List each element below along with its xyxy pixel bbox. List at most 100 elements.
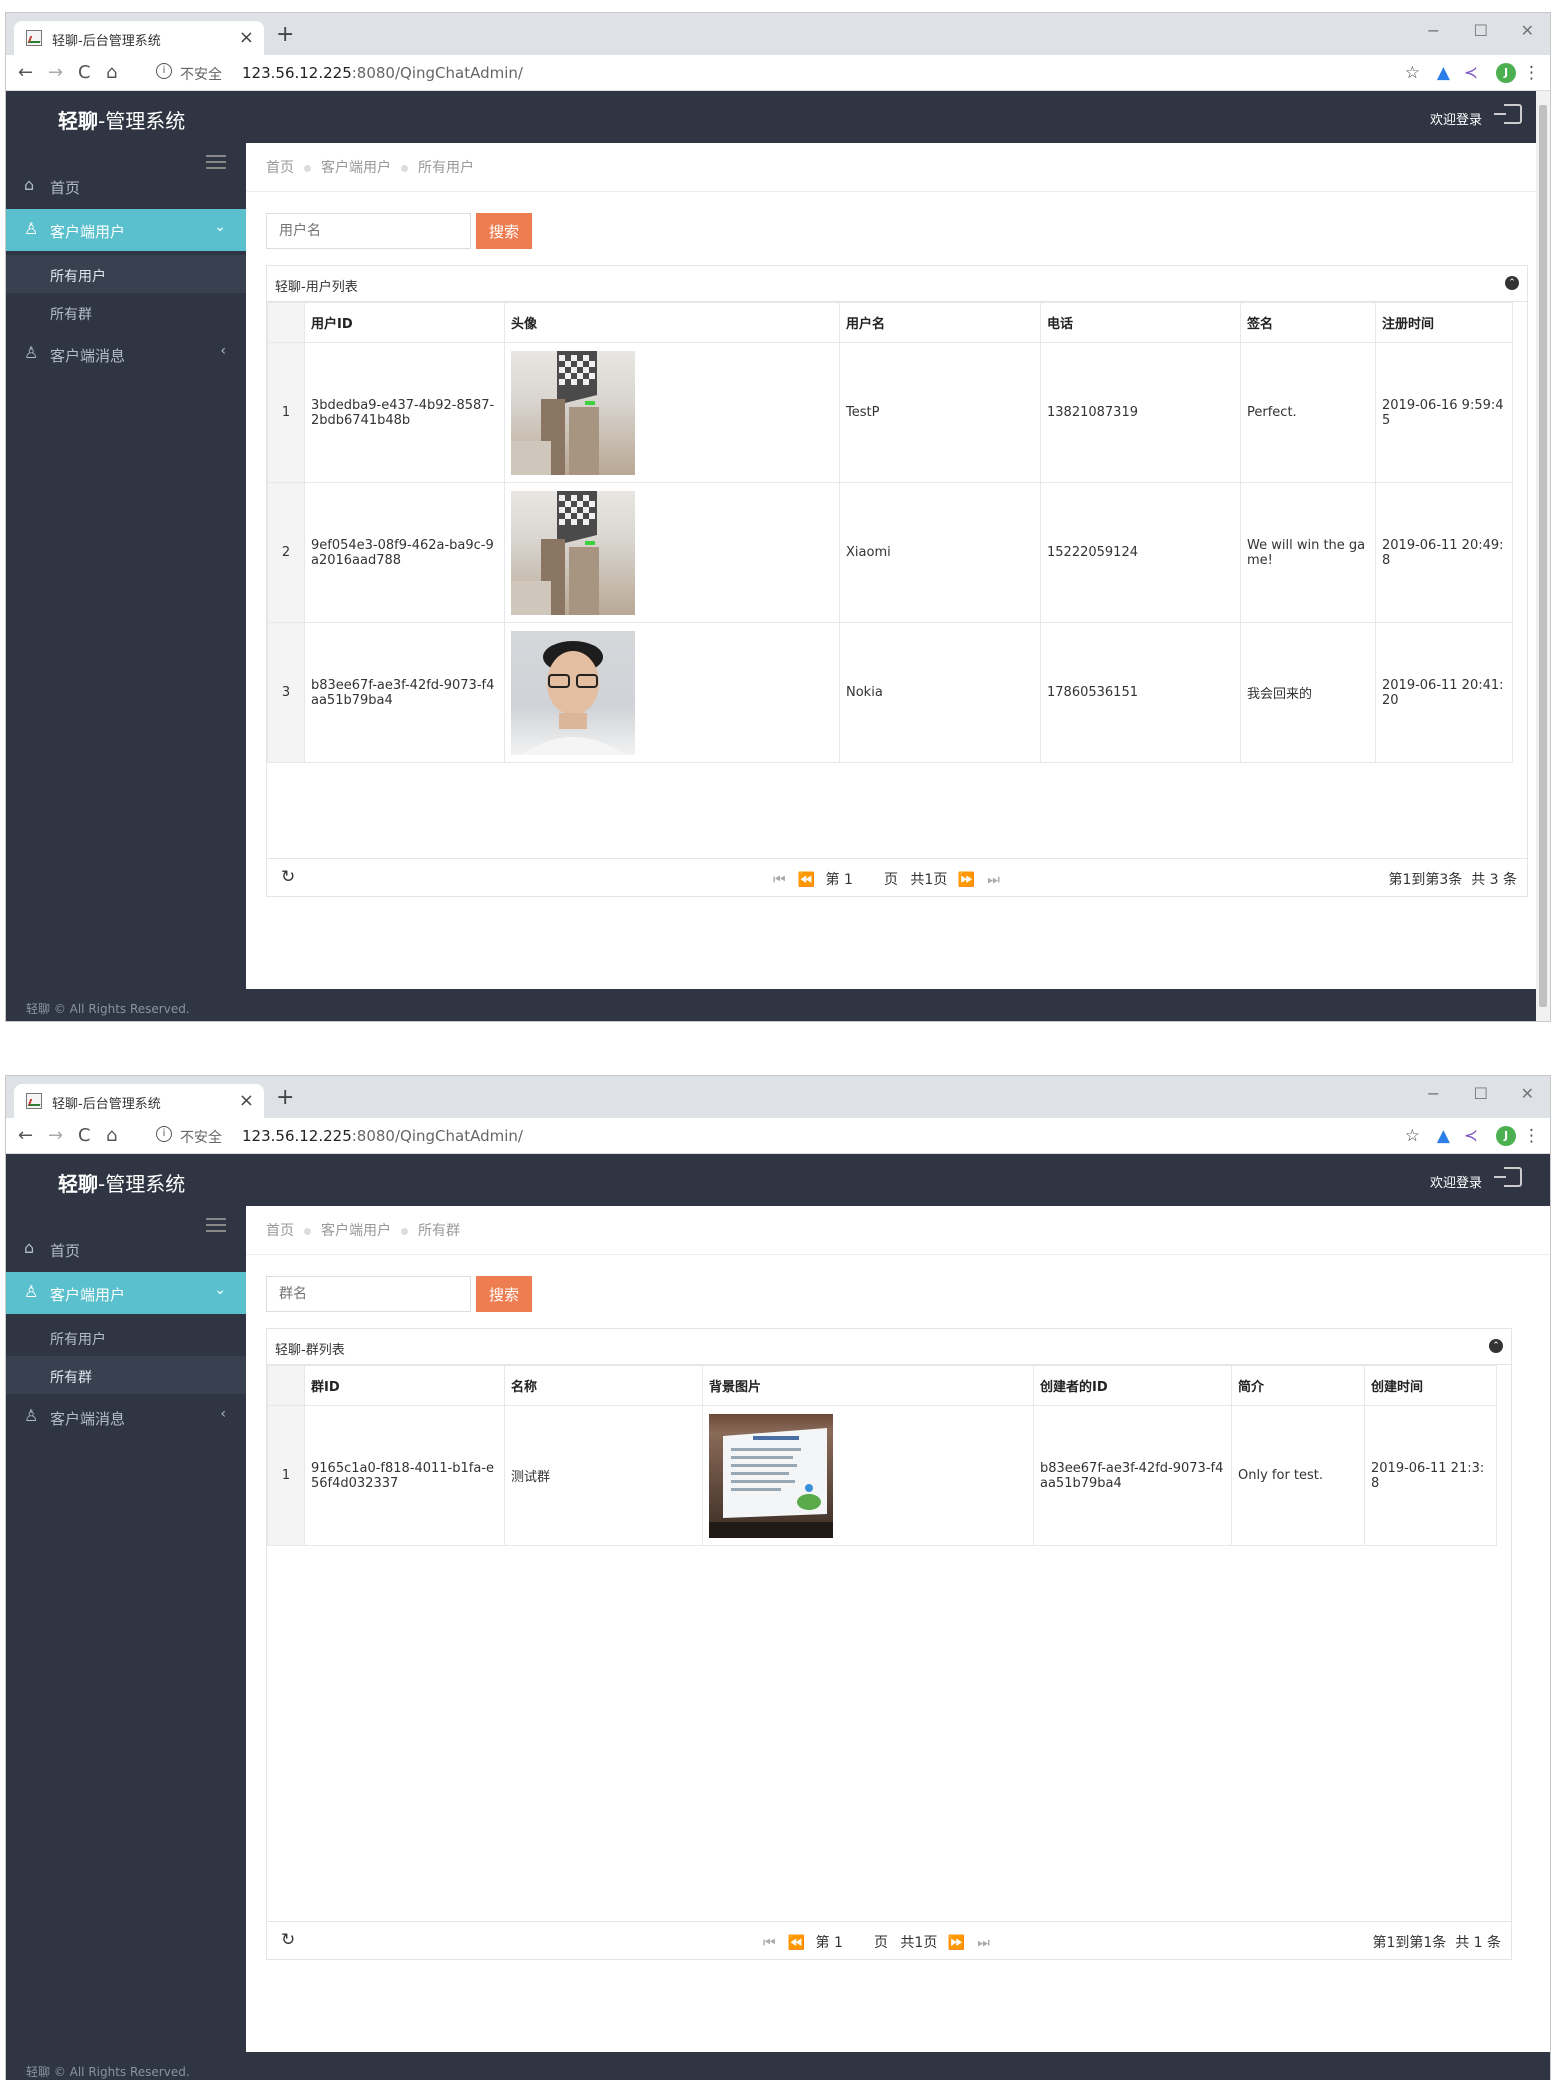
logout-icon[interactable] [1494, 104, 1522, 124]
panel-title: 轻聊-群列表 [275, 1343, 345, 1358]
column-header[interactable]: 群ID [304, 1365, 505, 1406]
info-icon[interactable]: i [156, 1126, 172, 1142]
extension-icon[interactable]: ≺ [1464, 63, 1478, 83]
search-button[interactable]: 搜索 [476, 1276, 532, 1312]
collapse-icon[interactable]: ⌃ [1505, 276, 1519, 290]
reload-icon[interactable]: C [78, 1125, 91, 1146]
column-header[interactable]: 电话 [1040, 302, 1241, 343]
minimize-icon[interactable]: − [1427, 1084, 1440, 1103]
breadcrumb-separator [401, 1227, 408, 1235]
browser-menu-icon[interactable]: ⋮ [1523, 63, 1540, 83]
page-prefix: 第 [815, 1935, 830, 1951]
scrollbar-thumb[interactable] [1539, 105, 1547, 1007]
sidebar-item-client-messages[interactable]: ♙ 客户端消息 ‹ [6, 1396, 246, 1436]
refresh-icon[interactable]: ↻ [281, 1930, 295, 1950]
group-name-search-input[interactable] [266, 1276, 471, 1312]
username-search-input[interactable] [266, 213, 471, 249]
sidebar: ⌂ 首页 ♙ 客户端用户 ⌄ 所有用户 所有群 ♙ 客户端消息 ‹ 轻聊 © A… [6, 143, 246, 1021]
bookmark-star-icon[interactable]: ☆ [1405, 63, 1420, 83]
table-row[interactable]: 1 3bdedba9-e437-4b92-8587-2bdb6741b48b T… [267, 342, 1513, 483]
column-header[interactable]: 头像 [504, 302, 840, 343]
url-field[interactable]: 123.56.12.225:8080/QingChatAdmin/ [242, 64, 523, 82]
sidebar-item-all-groups[interactable]: 所有群 [6, 293, 246, 331]
table-row[interactable]: 2 9ef054e3-08f9-462a-ba9c-9a2016aad788 X… [267, 482, 1513, 623]
minimize-icon[interactable]: − [1427, 21, 1440, 40]
bookmark-star-icon[interactable]: ☆ [1405, 1126, 1420, 1146]
browser-tab[interactable]: 轻聊-后台管理系统 × [14, 1084, 264, 1118]
home-icon[interactable]: ⌂ [106, 62, 117, 83]
page-scrollbar[interactable] [1536, 91, 1550, 1021]
first-page-icon[interactable]: ⏮ [773, 872, 786, 888]
breadcrumb-home[interactable]: 首页 [266, 1223, 294, 1239]
window-close-icon[interactable]: ✕ [1521, 1084, 1534, 1103]
forward-icon[interactable]: → [48, 62, 63, 83]
maximize-icon[interactable]: ☐ [1474, 1084, 1488, 1103]
page-number-input[interactable]: 1 [834, 1935, 874, 1951]
sidebar-item-home[interactable]: ⌂ 首页 [6, 1228, 246, 1268]
extension-icon[interactable]: ≺ [1464, 1126, 1478, 1146]
logout-icon[interactable] [1494, 1167, 1522, 1187]
browser-menu-icon[interactable]: ⋮ [1523, 1126, 1540, 1146]
column-header[interactable]: 签名 [1240, 302, 1376, 343]
next-page-icon[interactable]: ⏩ [948, 1935, 965, 1951]
home-icon[interactable]: ⌂ [106, 1125, 117, 1146]
sidebar-item-label: 所有用户 [50, 269, 106, 285]
breadcrumb-client-users[interactable]: 客户端用户 [321, 160, 391, 176]
profile-avatar[interactable]: J [1496, 1126, 1516, 1146]
new-tab-button[interactable]: + [276, 22, 294, 47]
table-row[interactable]: 3 b83ee67f-ae3f-42fd-9073-f4aa51b79ba4 N… [267, 622, 1513, 763]
last-page-icon[interactable]: ⏭ [987, 872, 1000, 888]
new-tab-button[interactable]: + [276, 1085, 294, 1110]
reload-icon[interactable]: C [78, 62, 91, 83]
table-row[interactable]: 1 9165c1a0-f818-4011-b1fa-e56f4d032337 测… [267, 1405, 1497, 1546]
welcome-text: 欢迎登录 [1429, 113, 1482, 128]
column-header[interactable]: 创建者的ID [1033, 1365, 1232, 1406]
column-header[interactable]: 注册时间 [1375, 302, 1513, 343]
user-list-panel: 轻聊-用户列表 ⌃ 用户ID 头像 用户名 电话 签名 注册时间 1 3bded… [266, 265, 1528, 897]
sidebar-item-client-users[interactable]: ♙ 客户端用户 ⌄ [6, 209, 246, 251]
forward-icon[interactable]: → [48, 1125, 63, 1146]
info-icon[interactable]: i [156, 63, 172, 79]
profile-avatar[interactable]: J [1496, 63, 1516, 83]
sidebar-item-home[interactable]: ⌂ 首页 [6, 165, 246, 205]
back-icon[interactable]: ← [18, 62, 33, 83]
url-field[interactable]: 123.56.12.225:8080/QingChatAdmin/ [242, 1127, 523, 1145]
first-page-icon[interactable]: ⏮ [763, 1935, 776, 1951]
prev-page-icon[interactable]: ⏪ [788, 1935, 805, 1951]
tab-close-icon[interactable]: × [239, 27, 254, 48]
column-header[interactable]: 背景图片 [702, 1365, 1034, 1406]
column-header[interactable]: 创建时间 [1364, 1365, 1497, 1406]
sidebar-item-client-users[interactable]: ♙ 客户端用户 ⌄ [6, 1272, 246, 1314]
sidebar-item-all-users[interactable]: 所有用户 [6, 255, 246, 293]
search-button[interactable]: 搜索 [476, 213, 532, 249]
refresh-icon[interactable]: ↻ [281, 867, 295, 887]
column-header[interactable]: 名称 [504, 1365, 703, 1406]
column-header[interactable]: 用户名 [839, 302, 1041, 343]
prev-page-icon[interactable]: ⏪ [798, 872, 815, 888]
breadcrumb: 首页 客户端用户 所有群 [266, 1220, 460, 1240]
sidebar-item-all-users[interactable]: 所有用户 [6, 1318, 246, 1356]
background-image-cell [702, 1405, 1034, 1546]
extension-icon[interactable]: ▲ [1437, 1126, 1450, 1146]
extension-icon[interactable]: ▲ [1437, 63, 1450, 83]
page-number-input[interactable]: 1 [844, 872, 884, 888]
column-header[interactable]: 简介 [1231, 1365, 1365, 1406]
collapse-icon[interactable]: ⌃ [1489, 1339, 1503, 1353]
last-page-icon[interactable]: ⏭ [977, 1935, 990, 1951]
breadcrumb-home[interactable]: 首页 [266, 160, 294, 176]
column-header[interactable]: 用户ID [304, 302, 505, 343]
browser-tab[interactable]: 轻聊-后台管理系统 × [14, 21, 264, 55]
window-close-icon[interactable]: ✕ [1521, 21, 1534, 40]
next-page-icon[interactable]: ⏩ [958, 872, 975, 888]
user-icon: ♙ [24, 1406, 39, 1425]
slide-photo [709, 1427, 833, 1538]
tab-close-icon[interactable]: × [239, 1090, 254, 1111]
maximize-icon[interactable]: ☐ [1474, 21, 1488, 40]
pagination-bar: ↻ ⏮ ⏪ 第 1页 共1页 ⏩ ⏭ 第1到第1条 共 1 条 [267, 1921, 1511, 1959]
main-content: 首页 客户端用户 所有群 搜索 轻聊-群列表 ⌃ 群ID 名称 [246, 1206, 1550, 2052]
sidebar-item-client-messages[interactable]: ♙ 客户端消息 ‹ [6, 333, 246, 373]
breadcrumb-client-users[interactable]: 客户端用户 [321, 1223, 391, 1239]
sidebar-item-all-groups[interactable]: 所有群 [6, 1356, 246, 1394]
signature-cell: We will win the game! [1240, 482, 1376, 623]
back-icon[interactable]: ← [18, 1125, 33, 1146]
